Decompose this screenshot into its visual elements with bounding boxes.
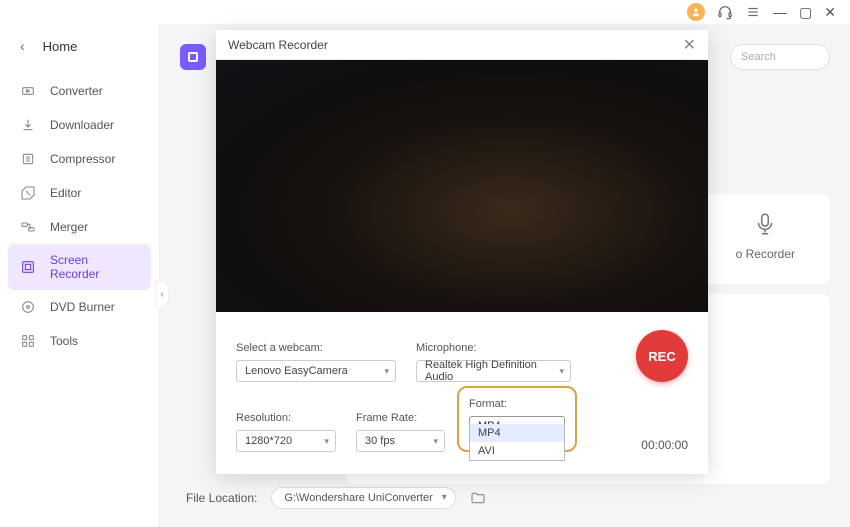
screen-recorder-icon [20,259,36,275]
sidebar-item-label: Screen Recorder [50,253,139,281]
sidebar-item-label: Merger [50,220,88,234]
support-button[interactable] [717,4,733,20]
editor-icon [20,185,36,201]
home-back-button[interactable]: ‹ Home [0,26,159,68]
folder-icon [470,490,486,506]
format-label: Format: [469,398,565,410]
merger-icon [20,219,36,235]
user-icon [691,7,701,17]
resolution-select[interactable]: 1280*720 [236,430,336,452]
sidebar-item-merger[interactable]: Merger [8,210,151,244]
compress-icon [20,151,36,167]
webcam-select[interactable]: Lenovo EasyCamera [236,360,396,382]
search-placeholder: Search [741,51,776,63]
window-close[interactable]: ✕ [824,4,836,21]
file-location-path: G:\Wondershare UniConverter [284,492,432,504]
webcam-label: Select a webcam: [236,342,396,354]
sidebar-item-label: Compressor [50,152,115,166]
headset-icon [717,4,733,20]
sidebar-collapse-button[interactable]: ‹ [155,280,169,308]
sidebar-item-label: Tools [50,334,78,348]
record-timer: 00:00:00 [641,438,688,452]
sidebar-item-label: DVD Burner [50,300,115,314]
framerate-select[interactable]: 30 fps [356,430,445,452]
window-minimize[interactable]: — [773,4,787,20]
sidebar-item-label: Downloader [50,118,114,132]
record-button[interactable]: REC [636,330,688,382]
sidebar-item-editor[interactable]: Editor [8,176,151,210]
file-location-select[interactable]: G:\Wondershare UniConverter [271,487,455,509]
resolution-label: Resolution: [236,412,336,424]
menu-button[interactable] [745,4,761,20]
sidebar-item-tools[interactable]: Tools [8,324,151,358]
file-location-bar: File Location: G:\Wondershare UniConvert… [186,487,486,509]
webcam-recorder-modal: Webcam Recorder ✕ Select a webcam: Lenov… [216,30,708,474]
download-icon [20,117,36,133]
dvd-icon [20,299,36,315]
square-icon [188,52,198,62]
format-option-mp4[interactable]: MP4 [470,424,564,442]
microphone-select[interactable]: Realtek High Definition Audio [416,360,571,382]
tools-icon [20,333,36,349]
chevron-left-icon: ‹ [20,38,25,54]
audio-recorder-tile[interactable]: o Recorder [736,209,795,261]
format-highlight: Format: MP4 MP4 AVI [457,386,577,452]
modal-title: Webcam Recorder [228,38,328,52]
sidebar-item-label: Editor [50,186,81,200]
user-avatar[interactable] [687,3,705,21]
sidebar: ‹ Home Converter Downloader Compressor E… [0,24,160,527]
sidebar-item-dvd-burner[interactable]: DVD Burner [8,290,151,324]
sidebar-item-screen-recorder[interactable]: Screen Recorder [8,244,151,290]
file-location-label: File Location: [186,491,257,505]
chevron-left-icon: ‹ [160,289,163,300]
sidebar-item-downloader[interactable]: Downloader [8,108,151,142]
audio-recorder-label: o Recorder [736,247,795,261]
hamburger-icon [746,5,760,19]
window-maximize[interactable]: ▢ [799,4,812,21]
sidebar-item-converter[interactable]: Converter [8,74,151,108]
format-dropdown: MP4 AVI [469,424,565,461]
sidebar-item-compressor[interactable]: Compressor [8,142,151,176]
converter-icon [20,83,36,99]
framerate-label: Frame Rate: [356,412,445,424]
recorder-mode-button[interactable] [180,44,206,70]
microphone-label: Microphone: [416,342,571,354]
sidebar-item-label: Converter [50,84,103,98]
microphone-icon [750,209,780,239]
modal-close-button[interactable]: ✕ [683,35,696,55]
search-input[interactable]: Search [730,44,830,70]
home-label: Home [43,39,78,54]
window-titlebar: — ▢ ✕ [0,0,850,24]
webcam-preview [216,60,708,312]
format-option-avi[interactable]: AVI [470,442,564,460]
open-folder-button[interactable] [470,490,486,506]
